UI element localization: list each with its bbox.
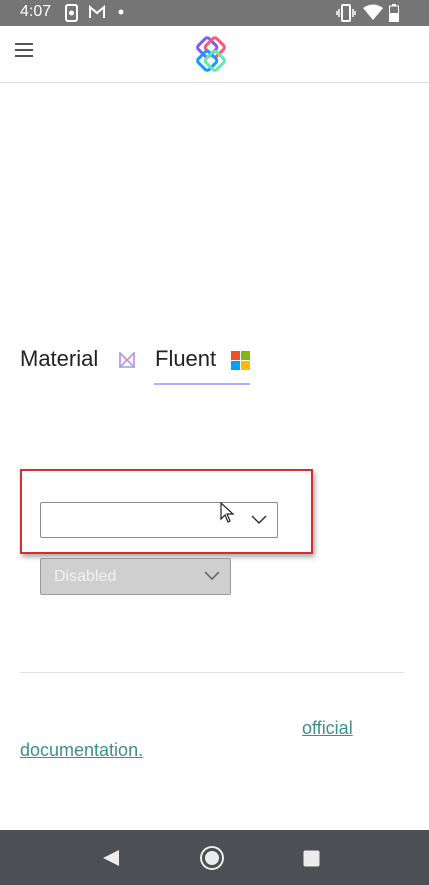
selected-tab-indicator: [154, 383, 250, 385]
official-documentation-link-continued[interactable]: documentation.: [20, 740, 143, 761]
gmail-icon: [89, 4, 105, 18]
tab-fluent[interactable]: Fluent: [155, 346, 216, 372]
windows-icon: [231, 351, 250, 370]
mouse-cursor-icon: [220, 502, 235, 523]
battery-icon: [389, 4, 399, 22]
combo-box[interactable]: [40, 502, 278, 538]
chevron-down-icon: [251, 515, 267, 525]
vibrate-icon: [336, 4, 356, 22]
divider: [20, 672, 404, 673]
material-icon: [119, 352, 135, 368]
app-bar: [0, 26, 429, 83]
uno-platform-logo: [196, 36, 226, 72]
official-documentation-link[interactable]: official: [302, 718, 353, 739]
status-time: 4:07: [20, 3, 52, 20]
back-icon[interactable]: [102, 849, 120, 867]
wifi-icon: [363, 4, 383, 20]
disabled-combo-box: Disabled: [40, 558, 231, 595]
chevron-down-icon: [204, 571, 220, 581]
system-nav-bar: [0, 830, 429, 885]
dot-icon: [118, 9, 124, 15]
recents-icon[interactable]: [303, 850, 320, 867]
home-icon[interactable]: [199, 845, 225, 871]
hamburger-menu-icon[interactable]: [15, 43, 33, 57]
tab-material[interactable]: Material: [20, 346, 98, 372]
disabled-combo-label: Disabled: [54, 568, 117, 585]
screen-record-icon: [65, 4, 78, 22]
status-bar: 4:07: [0, 0, 429, 26]
